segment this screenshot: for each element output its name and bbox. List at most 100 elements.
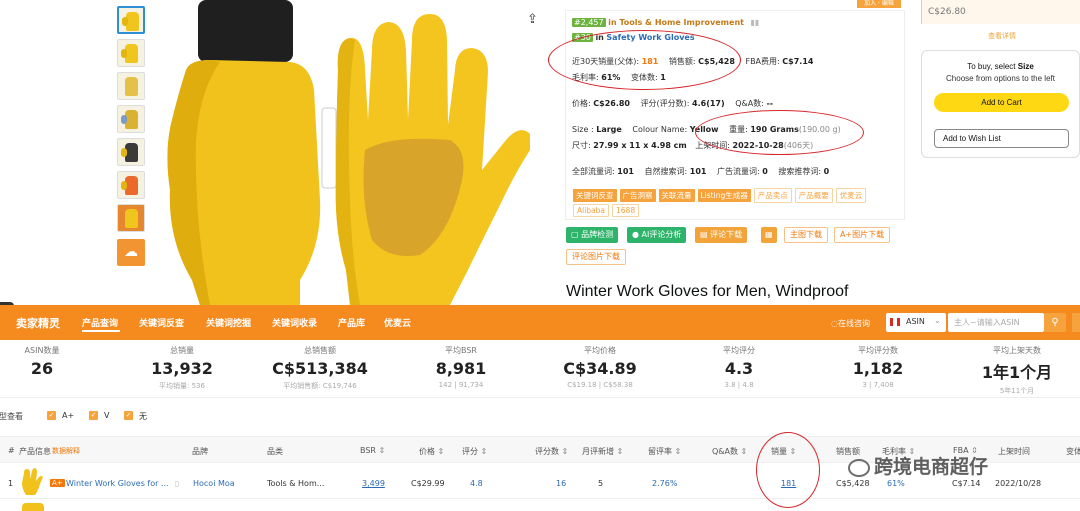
top-detail-link[interactable]: 查看详情 [988, 31, 1016, 41]
add-to-wish-list-button[interactable]: Add to Wish List [934, 129, 1069, 148]
checkbox-none[interactable]: ✓ [124, 411, 133, 420]
th-qa[interactable]: Q&A数 ⇕ [712, 446, 747, 457]
th-variants: 变体 [1066, 447, 1080, 456]
toolbar-more-button[interactable] [1072, 313, 1080, 332]
glove-label-tag [321, 107, 337, 189]
stat-avg-ratings: 平均评分数 1,182 3 | 7,408 [818, 345, 938, 389]
checkbox-video[interactable]: ✓ [89, 411, 98, 420]
row-revenue: C$5,428 [836, 479, 870, 488]
online-consult-link[interactable]: ◌在线咨询 [831, 318, 870, 329]
tag-listing-generator[interactable]: Listing生成器 [697, 189, 751, 202]
tag-ad-insight[interactable]: 广告洞察 [619, 189, 656, 202]
row-ratings: 16 [556, 479, 567, 488]
review-image-download-button[interactable]: 评论图片下载 [566, 249, 626, 265]
row-thumbnail[interactable] [18, 467, 44, 497]
row-title-link[interactable]: Winter Work Gloves for ... [66, 479, 169, 488]
watermark: 跨境电商超仔 [848, 452, 988, 479]
thumbnail-7[interactable] [117, 204, 145, 232]
row-divider [0, 498, 1080, 499]
nav-keyword-index[interactable]: 关键词收录 [272, 316, 317, 329]
search-icon[interactable]: ⚲ [1044, 313, 1066, 332]
thumbnail-4[interactable] [117, 105, 145, 133]
nav-keyword-mining[interactable]: 关键词挖掘 [206, 316, 251, 329]
dims-value: 27.99 x 11 x 4.98 cm [593, 141, 687, 150]
review-download-button[interactable]: ▤ 评论下载 [695, 227, 748, 243]
cloud-download-icon[interactable]: ☁ [117, 239, 145, 266]
nav-youmaiyun[interactable]: 优麦云 [384, 316, 411, 329]
annotation-ring-weight [695, 110, 864, 155]
tag-keyword-reverse[interactable]: 关键词反查 [573, 189, 617, 202]
chevron-down-icon: ⌄ [934, 316, 941, 325]
stat-value: 26 [30, 359, 54, 378]
asin-search-input[interactable]: 主人~请输入ASIN [948, 313, 1044, 332]
th-price[interactable]: 价格 ⇕ [419, 446, 444, 457]
wechat-icon [848, 458, 870, 477]
thumbnail-2[interactable] [117, 39, 145, 67]
stat-value: 4.3 [724, 359, 754, 378]
thumbnail-1[interactable] [117, 6, 145, 34]
tag-1688[interactable]: 1688 [612, 204, 640, 217]
tag-alibaba[interactable]: Alibaba [573, 204, 610, 217]
th-bsr[interactable]: BSR ⇕ [360, 446, 385, 455]
stat-label: ASIN数量 [24, 346, 60, 355]
rating-label: 评分(评分数): [640, 99, 690, 108]
th-data-explain-link[interactable]: 数据解释 [52, 446, 80, 456]
row-aplus-badge: A+ [50, 479, 65, 487]
th-rating[interactable]: 评分 ⇕ [462, 446, 487, 457]
tag-related-traffic[interactable]: 关联流量 [658, 189, 695, 202]
fba-label: FBA费用: [745, 57, 780, 66]
th-launch[interactable]: 上架时间 [998, 446, 1030, 457]
row-monthly-new: 5 [598, 479, 604, 488]
brand-check-button[interactable]: ▢ 品牌检测 [566, 227, 619, 243]
checkbox-aplus[interactable]: ✓ [47, 411, 56, 420]
nav-keyword-reverse[interactable]: 关键词反查 [139, 316, 184, 329]
main-image-download-button[interactable]: 主图下载 [784, 227, 828, 243]
thumbnail-3[interactable] [117, 72, 145, 100]
th-product-info: 产品信息 [19, 447, 51, 456]
tag-selling-points[interactable]: 产品卖点 [753, 188, 792, 203]
aplus-download-button[interactable]: A+图片下载 [834, 227, 891, 243]
stat-asin-count: ASIN数量 26 [0, 345, 102, 381]
rec-label: 搜索推荐词: [778, 167, 822, 176]
main-rank-category[interactable]: in Tools & Home Improvement [608, 18, 744, 27]
top-price: C$26.80 [928, 7, 966, 17]
stat-value: C$34.89 [563, 359, 637, 378]
country-select[interactable]: ASIN ⌄ [886, 313, 946, 332]
thumbnail-5[interactable] [117, 138, 145, 166]
sort-icon: ⇕ [672, 447, 682, 456]
row-bsr-link[interactable]: 3,499 [362, 479, 385, 488]
tag-product-summary[interactable]: 产品概要 [794, 188, 833, 203]
price-label: 价格: [572, 99, 591, 108]
buy-panel: To buy, select Size Choose from options … [921, 50, 1080, 158]
share-icon[interactable]: ⇪ [527, 12, 538, 27]
main-rank-badge: #2,457 [572, 18, 606, 27]
ai-review-button[interactable]: ● AI评论分析 [627, 227, 687, 243]
tag-youmaiyun[interactable]: 优麦云 [835, 188, 867, 203]
nav-product-query[interactable]: 产品查询 [82, 316, 118, 329]
organic-value: 101 [689, 167, 707, 176]
sort-icon: ⇕ [375, 446, 386, 455]
th-review-rate[interactable]: 留评率 ⇕ [648, 446, 681, 457]
row-review-rate: 2.76% [652, 479, 678, 488]
nav-product-library[interactable]: 产品库 [338, 316, 365, 329]
qa-value: -- [766, 99, 774, 108]
stat-label: 平均评分数 [858, 346, 898, 355]
top-right-tab[interactable]: 加入 · 编辑 [857, 0, 901, 8]
row-fba: C$7.14 [952, 479, 981, 488]
add-to-cart-button[interactable]: Add to Cart [934, 93, 1069, 112]
row-brand-link[interactable]: Hocoi Moa [193, 479, 235, 488]
bar-chart-icon[interactable]: ▮▮ [751, 18, 760, 27]
ad-traffic-label: 广告流量词: [717, 167, 760, 176]
stat-label: 平均BSR [445, 346, 477, 355]
sort-icon: ⇕ [559, 447, 569, 456]
stat-sub: 5年11个月 [999, 387, 1035, 395]
row-index: 1 [8, 479, 14, 488]
fba-value: C$7.14 [782, 57, 814, 66]
th-ratings[interactable]: 评分数 ⇕ [535, 446, 568, 457]
next-row-thumbnail[interactable] [22, 503, 44, 511]
thumbnail-6[interactable] [117, 171, 145, 199]
th-monthly-new[interactable]: 月评新增 ⇕ [582, 446, 623, 457]
top-price-box: C$26.80 [921, 0, 1080, 24]
copy-icon[interactable]: ▯ [175, 479, 179, 488]
calculator-icon[interactable]: ▦ [761, 227, 777, 243]
